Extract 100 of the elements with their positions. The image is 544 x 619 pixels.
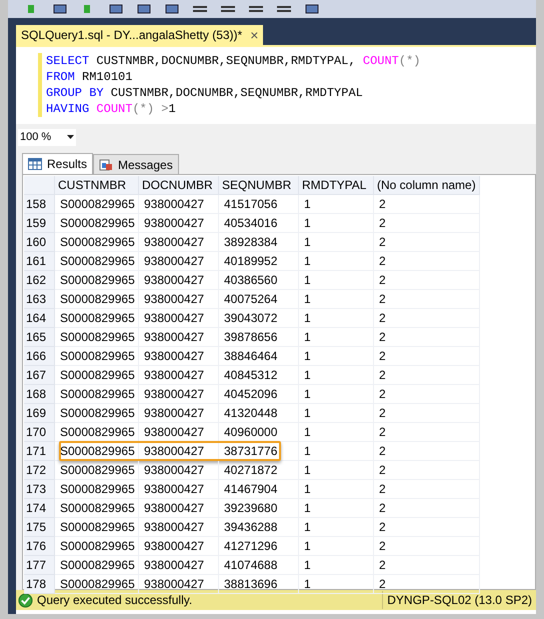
table-row[interactable]: 175 S0000829965 938000427 39436288 1 2 xyxy=(24,518,535,537)
table-cell: 938000427 xyxy=(139,290,219,309)
table-cell: 1 xyxy=(299,328,374,347)
table-cell: 1 xyxy=(299,195,374,214)
table-cell: 938000427 xyxy=(139,385,219,404)
table-row[interactable]: 170 S0000829965 938000427 40960000 1 2 xyxy=(24,423,535,442)
table-cell: S0000829965 xyxy=(55,328,139,347)
table-row[interactable]: 163 S0000829965 938000427 40075264 1 2 xyxy=(24,290,535,309)
toolbar-icon[interactable] xyxy=(220,3,236,15)
table-cell: 39239680 xyxy=(219,499,299,518)
table-cell: 938000427 xyxy=(139,233,219,252)
code-editor[interactable]: SELECT CUSTNMBR,DOCNUMBR,SEQNUMBR,RMDTYPAL, COUNT(*) FROM RM10101 GROUP BY CUSTNMBR,DOCNUMBR,SEQNUMBR,RMDTYPAL HAVING COUNT(*) >1 xyxy=(16,45,536,120)
table-cell: 1 xyxy=(299,404,374,423)
table-cell: 2 xyxy=(374,518,480,537)
table-cell: 938000427 xyxy=(139,499,219,518)
table-cell: 41517056 xyxy=(219,195,299,214)
toolbar-icon[interactable] xyxy=(52,3,68,15)
table-row[interactable]: 165 S0000829965 938000427 39878656 1 2 xyxy=(24,328,535,347)
table-row[interactable]: 171 S0000829965 938000427 38731776 1 2 xyxy=(24,442,535,461)
table-cell: 938000427 xyxy=(139,271,219,290)
table-row[interactable]: 167 S0000829965 938000427 40845312 1 2 xyxy=(24,366,535,385)
table-cell: 938000427 xyxy=(139,518,219,537)
table-cell: 38928384 xyxy=(219,233,299,252)
toolbar-icon[interactable] xyxy=(192,3,208,15)
row-number: 174 xyxy=(24,499,55,518)
table-cell: 1 xyxy=(299,461,374,480)
row-number: 169 xyxy=(24,404,55,423)
toolbar-icon[interactable] xyxy=(248,3,264,15)
close-icon[interactable]: × xyxy=(250,28,258,42)
table-cell: 38731776 xyxy=(219,442,299,461)
table-cell: 40534016 xyxy=(219,214,299,233)
table-cell: 2 xyxy=(374,442,480,461)
row-number: 158 xyxy=(24,195,55,214)
table-cell: 2 xyxy=(374,461,480,480)
row-number: 162 xyxy=(24,271,55,290)
toolbar-icon[interactable] xyxy=(164,3,180,15)
table-cell: 1 xyxy=(299,366,374,385)
table-cell: S0000829965 xyxy=(55,195,139,214)
table-cell: S0000829965 xyxy=(55,252,139,271)
table-row[interactable]: 168 S0000829965 938000427 40452096 1 2 xyxy=(24,385,535,404)
toolbar-icon[interactable] xyxy=(136,3,152,15)
table-row[interactable]: 169 S0000829965 938000427 41320448 1 2 xyxy=(24,404,535,423)
result-tab[interactable]: Messages xyxy=(93,154,179,174)
table-row[interactable]: 160 S0000829965 938000427 38928384 1 2 xyxy=(24,233,535,252)
table-cell: 2 xyxy=(374,556,480,575)
table-cell: 1 xyxy=(299,214,374,233)
table-cell: 938000427 xyxy=(139,461,219,480)
row-number: 177 xyxy=(24,556,55,575)
table-cell: 1 xyxy=(299,309,374,328)
table-cell: 39878656 xyxy=(219,328,299,347)
table-row[interactable]: 166 S0000829965 938000427 38846464 1 2 xyxy=(24,347,535,366)
table-cell: 1 xyxy=(299,290,374,309)
table-cell: 938000427 xyxy=(139,328,219,347)
table-cell: 2 xyxy=(374,309,480,328)
column-header[interactable]: SEQNUMBR xyxy=(219,176,299,195)
column-header[interactable]: DOCNUMBR xyxy=(139,176,219,195)
table-row[interactable]: 164 S0000829965 938000427 39043072 1 2 xyxy=(24,309,535,328)
table-cell: 40075264 xyxy=(219,290,299,309)
table-row[interactable]: 173 S0000829965 938000427 41467904 1 2 xyxy=(24,480,535,499)
row-number: 159 xyxy=(24,214,55,233)
table-cell: 38846464 xyxy=(219,347,299,366)
toolbar-icon[interactable] xyxy=(276,3,292,15)
zoom-dropdown[interactable]: 100 % xyxy=(18,128,76,146)
row-number: 160 xyxy=(24,233,55,252)
row-number: 161 xyxy=(24,252,55,271)
document-tab[interactable]: SQLQuery1.sql - DY...angalaShetty (53))* × xyxy=(16,25,264,45)
server-name: DYNGP-SQL02 (13.0 SP2) xyxy=(382,591,536,609)
row-number: 167 xyxy=(24,366,55,385)
table-cell: 2 xyxy=(374,385,480,404)
table-row[interactable]: 162 S0000829965 938000427 40386560 1 2 xyxy=(24,271,535,290)
table-cell: S0000829965 xyxy=(55,271,139,290)
table-row[interactable]: 172 S0000829965 938000427 40271872 1 2 xyxy=(24,461,535,480)
table-row[interactable]: 177 S0000829965 938000427 41074688 1 2 xyxy=(24,556,535,575)
table-row[interactable]: 161 S0000829965 938000427 40189952 1 2 xyxy=(24,252,535,271)
column-header[interactable]: (No column name) xyxy=(374,176,480,195)
table-cell: 2 xyxy=(374,233,480,252)
row-number: 176 xyxy=(24,537,55,556)
code-line: SELECT CUSTNMBR,DOCNUMBR,SEQNUMBR,RMDTYPAL, COUNT(*) xyxy=(46,53,420,69)
row-number: 178 xyxy=(24,575,55,594)
table-row[interactable]: 158 S0000829965 938000427 41517056 1 2 xyxy=(24,195,535,214)
toolbar-icon[interactable] xyxy=(108,3,124,15)
column-header[interactable]: CUSTNMBR xyxy=(55,176,139,195)
table-cell: 1 xyxy=(299,252,374,271)
code-line: FROM RM10101 xyxy=(46,69,134,85)
row-number: 168 xyxy=(24,385,55,404)
table-cell: 1 xyxy=(299,385,374,404)
table-row[interactable]: 176 S0000829965 938000427 41271296 1 2 xyxy=(24,537,535,556)
table-cell: 938000427 xyxy=(139,214,219,233)
table-cell: 40845312 xyxy=(219,366,299,385)
status-message: Query executed successfully. xyxy=(37,592,194,609)
table-cell: 1 xyxy=(299,537,374,556)
table-row[interactable]: 174 S0000829965 938000427 39239680 1 2 xyxy=(24,499,535,518)
code-line: GROUP BY CUSTNMBR,DOCNUMBR,SEQNUMBR,RMDTYPAL xyxy=(46,85,364,101)
table-cell: 39436288 xyxy=(219,518,299,537)
toolbar-icon[interactable] xyxy=(304,3,320,15)
result-tab[interactable]: Results xyxy=(22,153,94,174)
table-cell: 1 xyxy=(299,423,374,442)
table-row[interactable]: 159 S0000829965 938000427 40534016 1 2 xyxy=(24,214,535,233)
column-header[interactable]: RMDTYPAL xyxy=(299,176,374,195)
table-cell: 938000427 xyxy=(139,480,219,499)
